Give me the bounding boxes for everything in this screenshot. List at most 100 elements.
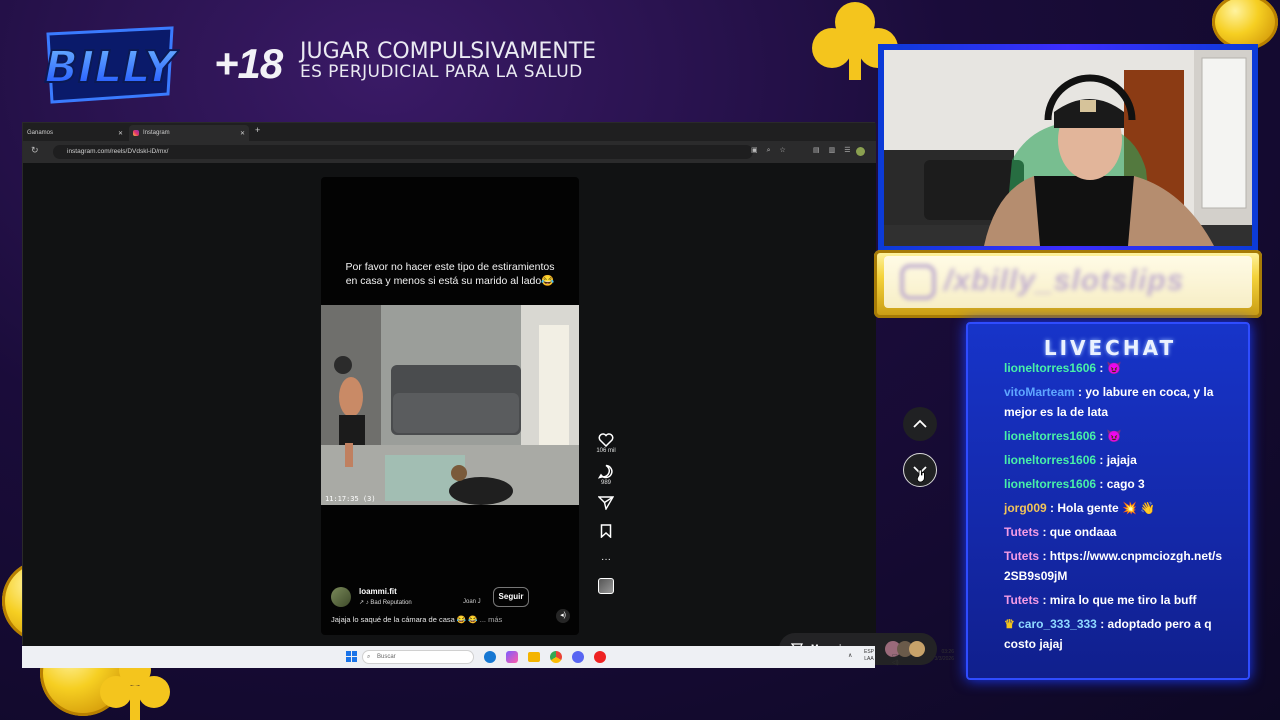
bookmark-icon bbox=[600, 524, 612, 538]
comment-icon bbox=[598, 464, 613, 479]
chat-text: Hola gente 💥 👋 bbox=[1057, 501, 1156, 515]
chat-message: Tutets : que ondaaa bbox=[1004, 525, 1117, 539]
banner-inner: /xbilly_slotslips bbox=[884, 256, 1252, 308]
folder-icon[interactable] bbox=[528, 652, 540, 662]
warning-line-2: ES PERJUDICIAL PARA LA SALUD bbox=[300, 62, 583, 82]
gold-coin-icon bbox=[1212, 0, 1278, 50]
reel-video[interactable]: 11:17:35 (3) bbox=[321, 305, 579, 505]
tray-icons[interactable]: ▭ ◁) bbox=[892, 652, 899, 666]
chat-text: 😈 bbox=[1106, 429, 1122, 443]
tray-chevron-icon[interactable]: ∧ bbox=[848, 652, 852, 659]
chat-username: Tutets bbox=[1004, 549, 1040, 563]
gambling-warning: JUGAR COMPULSIVAMENTE ES PERJUDICIAL PAR… bbox=[300, 41, 596, 83]
mute-icon[interactable]: ◂) bbox=[556, 609, 570, 623]
browser-window: Ganamos ✕ Instagram ✕ + ↻ instagram.com/… bbox=[22, 122, 937, 665]
age-badge: +18 bbox=[214, 40, 283, 87]
save-button[interactable] bbox=[593, 524, 619, 538]
music-title: Bad Reputation bbox=[370, 600, 412, 606]
chat-username: lioneltorres1606 bbox=[1004, 429, 1097, 443]
like-count: 106 mil bbox=[596, 448, 616, 454]
keyboard-language[interactable]: ESP LAA bbox=[864, 649, 874, 663]
clock-time: 03:26 bbox=[941, 649, 954, 655]
tab-label: Instagram bbox=[143, 130, 170, 136]
webcam-feed bbox=[884, 50, 1252, 246]
windows-start-icon[interactable] bbox=[346, 651, 357, 662]
reel-overlay-caption: Por favor no hacer este tipo de estirami… bbox=[345, 261, 555, 287]
chat-text: jajaja bbox=[1106, 453, 1137, 467]
chat-username: vitoMarteam bbox=[1004, 385, 1075, 399]
copilot-icon[interactable] bbox=[506, 651, 518, 663]
chat-message: vitoMarteam : yo labure en coca, y la me… bbox=[1004, 385, 1214, 419]
webcam-scene-illustration bbox=[884, 50, 1252, 246]
more-options-icon[interactable]: ··· bbox=[593, 555, 619, 565]
clock[interactable]: 03:26 3/3/2026 bbox=[924, 649, 954, 663]
chat-text: 😈 bbox=[1106, 361, 1122, 375]
webcam-frame bbox=[878, 44, 1258, 252]
chat-messages: lioneltorres1606 : 😈 vitoMarteam : yo la… bbox=[1004, 358, 1224, 658]
chat-username: caro_333_333 bbox=[1018, 617, 1097, 631]
chat-message: lioneltorres1606 : jajaja bbox=[1004, 453, 1137, 467]
close-icon[interactable]: ✕ bbox=[118, 130, 123, 137]
taskbar-search[interactable]: ⌕ Buscar bbox=[362, 650, 474, 664]
follow-button[interactable]: Seguir bbox=[493, 587, 529, 607]
search-icon: ⌕ bbox=[367, 654, 371, 660]
video-timestamp: 11:17:35 (3) bbox=[325, 495, 376, 503]
more-link[interactable]: ... más bbox=[480, 615, 503, 624]
clock-date: 3/3/2026 bbox=[934, 656, 954, 662]
tab-instagram[interactable]: Instagram ✕ bbox=[129, 125, 249, 141]
app-icon[interactable] bbox=[594, 651, 606, 663]
chat-message: lioneltorres1606 : 😈 bbox=[1004, 361, 1122, 375]
chat-username: Tutets bbox=[1004, 525, 1040, 539]
extension-icons[interactable]: ▤▥☰ bbox=[813, 146, 860, 154]
like-button[interactable]: 106 mil bbox=[593, 433, 619, 454]
description-text: Jajaja lo saqué de la cámara de casa 😂 😂 bbox=[331, 615, 478, 624]
chat-username: lioneltorres1606 bbox=[1004, 453, 1097, 467]
url-field[interactable]: instagram.com/reels/DVdskl-iD/mx/ bbox=[53, 145, 753, 159]
instagram-icon bbox=[900, 264, 936, 300]
chat-message: ♛ caro_333_333 : adoptado pero a q costo… bbox=[1004, 617, 1212, 651]
share-button[interactable] bbox=[593, 496, 619, 510]
tab-bar: Ganamos ✕ Instagram ✕ + bbox=[23, 123, 876, 141]
chrome-icon[interactable] bbox=[550, 651, 562, 663]
chat-message: lioneltorres1606 : cago 3 bbox=[1004, 477, 1145, 491]
music-info[interactable]: ↗ ♪ Bad Reputation bbox=[359, 599, 412, 606]
chat-message: lioneltorres1606 : 😈 bbox=[1004, 429, 1122, 443]
chat-text: mira lo que me tiro la buff bbox=[1049, 593, 1197, 607]
author-name[interactable]: loammi.fit bbox=[359, 587, 397, 596]
chat-text: que ondaaa bbox=[1049, 525, 1117, 539]
svg-text:BILLY: BILLY bbox=[45, 42, 180, 93]
reel-player[interactable]: Por favor no hacer este tipo de estirami… bbox=[321, 177, 579, 635]
audio-thumbnail[interactable] bbox=[593, 578, 619, 594]
windows-taskbar: ⌕ Buscar ∧ ESP LAA ▭ ◁) 03:26 3/3/2026 bbox=[22, 646, 954, 668]
tab-ganamos[interactable]: Ganamos ✕ bbox=[23, 125, 127, 141]
chat-message: Tutets : mira lo que me tiro la buff bbox=[1004, 593, 1197, 607]
avatar[interactable] bbox=[331, 587, 351, 607]
chat-message: jorg009 : Hola gente 💥 👋 bbox=[1004, 501, 1156, 515]
reel-actions: 106 mil 989 ··· bbox=[593, 433, 619, 594]
live-chat-panel: LIVECHAT lioneltorres1606 : 😈 vitoMartea… bbox=[966, 322, 1250, 680]
chat-username: lioneltorres1606 bbox=[1004, 361, 1097, 375]
close-icon[interactable]: ✕ bbox=[240, 130, 245, 137]
instagram-page: Por favor no hacer este tipo de estirami… bbox=[23, 163, 937, 665]
profile-avatar[interactable] bbox=[856, 147, 865, 156]
tab-label: Ganamos bbox=[27, 130, 54, 136]
chat-message: Tutets : https://www.cnpmciozgh.net/s2SB… bbox=[1004, 549, 1223, 583]
reload-icon[interactable]: ↻ bbox=[31, 145, 39, 156]
crown-icon: ♛ bbox=[1004, 617, 1015, 631]
comment-count: 989 bbox=[600, 480, 611, 486]
reel-author: loammi.fit ↗ ♪ Bad Reputation Joan J Seg… bbox=[331, 585, 571, 609]
edge-icon[interactable] bbox=[484, 651, 496, 663]
previous-reel-button[interactable] bbox=[903, 407, 937, 441]
address-bar: ↻ instagram.com/reels/DVdskl-iD/mx/ ▣⌕☆ … bbox=[23, 141, 876, 163]
lang-line-2: LAA bbox=[864, 656, 874, 662]
new-tab-button[interactable]: + bbox=[255, 125, 260, 135]
lang-line-1: ESP bbox=[864, 649, 875, 655]
comment-button[interactable]: 989 bbox=[593, 464, 619, 486]
chat-username: lioneltorres1606 bbox=[1004, 477, 1097, 491]
discord-icon[interactable] bbox=[572, 651, 584, 663]
browser-toolbar-icons[interactable]: ▣⌕☆ bbox=[751, 146, 795, 155]
video-frame-illustration bbox=[321, 305, 579, 505]
music-artist: Joan J bbox=[463, 599, 481, 605]
billy-logo: BILLY bbox=[44, 26, 180, 104]
mouse-cursor-icon bbox=[917, 469, 925, 483]
